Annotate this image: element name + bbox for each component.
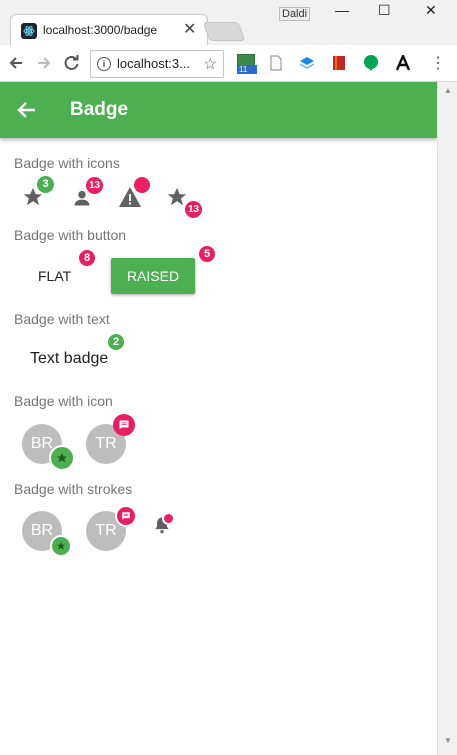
bell-dot-badge bbox=[162, 512, 175, 525]
browser-titlebar: localhost:3000/badge ✕ Daldi — ☐ ✕ bbox=[0, 0, 457, 46]
scroll-down-icon[interactable]: ▼ bbox=[444, 736, 452, 745]
new-tab-button[interactable] bbox=[202, 22, 246, 41]
address-bar[interactable]: i localhost:3... ☆ bbox=[90, 50, 224, 78]
section-title-text: Badge with text bbox=[14, 311, 110, 327]
scroll-up-icon[interactable]: ▲ bbox=[444, 86, 452, 95]
document-extension-icon[interactable] bbox=[268, 55, 284, 71]
section-title-icons: Badge with icons bbox=[14, 155, 120, 171]
tab-title: localhost:3000/badge bbox=[43, 23, 158, 37]
section-title-strokes: Badge with strokes bbox=[14, 481, 133, 497]
calendar-count: 11 bbox=[237, 65, 257, 74]
avatar-star-badge bbox=[49, 445, 75, 471]
flat-badge: 8 bbox=[79, 250, 95, 266]
page-scrollbar[interactable]: ▲ ▼ bbox=[437, 82, 457, 755]
minimize-icon[interactable]: — bbox=[335, 2, 349, 18]
text-badge-label: Text badge bbox=[30, 350, 109, 367]
back-nav-icon[interactable] bbox=[8, 55, 24, 71]
reload-icon[interactable] bbox=[63, 54, 80, 71]
back-arrow-icon[interactable] bbox=[16, 99, 38, 121]
star-bottom-badge: 13 bbox=[185, 201, 202, 218]
avatar-star-badge bbox=[50, 535, 72, 557]
raised-button[interactable]: RAISED bbox=[111, 258, 195, 294]
evernote-extension-icon[interactable] bbox=[363, 55, 379, 71]
star-icon bbox=[56, 541, 66, 550]
section-title-icon: Badge with icon bbox=[14, 393, 113, 409]
section-title-button: Badge with button bbox=[14, 227, 127, 243]
browser-menu-icon[interactable]: ⋮ bbox=[430, 53, 446, 73]
text-badge: 2 bbox=[108, 334, 124, 350]
font-extension-icon[interactable] bbox=[395, 55, 411, 71]
avatar-chat-badge bbox=[115, 505, 137, 527]
forward-nav-icon[interactable] bbox=[36, 55, 52, 71]
chat-icon bbox=[122, 512, 130, 520]
bookmark-star-icon[interactable]: ☆ bbox=[203, 54, 217, 74]
browser-tab[interactable]: localhost:3000/badge ✕ bbox=[10, 14, 208, 46]
person-badge: 13 bbox=[86, 177, 103, 194]
page-title: Badge bbox=[70, 99, 129, 120]
raised-badge: 5 bbox=[199, 246, 215, 262]
page-content: Badge Badge with icons 3 13 13 Badge wit… bbox=[0, 82, 437, 755]
avatar-chat-badge bbox=[113, 414, 135, 436]
close-window-icon[interactable]: ✕ bbox=[425, 2, 437, 19]
chat-icon bbox=[119, 420, 129, 430]
star-icon[interactable] bbox=[166, 186, 188, 208]
calendar-extension-icon[interactable]: 11 bbox=[236, 52, 257, 74]
star-icon bbox=[57, 453, 67, 463]
url-text: localhost:3... bbox=[117, 56, 190, 71]
maximize-icon[interactable]: ☐ bbox=[378, 2, 391, 19]
flat-button[interactable]: FLAT bbox=[38, 268, 71, 284]
warning-dot-badge bbox=[134, 177, 150, 193]
info-icon[interactable]: i bbox=[97, 57, 111, 71]
layers-extension-icon[interactable] bbox=[299, 55, 315, 71]
browser-toolbar: i localhost:3... ☆ 11 ⋮ bbox=[0, 45, 457, 82]
react-icon bbox=[21, 23, 37, 39]
star-badge: 3 bbox=[37, 176, 54, 193]
profile-name[interactable]: Daldi bbox=[279, 7, 311, 21]
app-bar: Badge bbox=[0, 82, 437, 138]
book-extension-icon[interactable] bbox=[331, 55, 347, 71]
tab-close-icon[interactable]: ✕ bbox=[183, 19, 196, 39]
